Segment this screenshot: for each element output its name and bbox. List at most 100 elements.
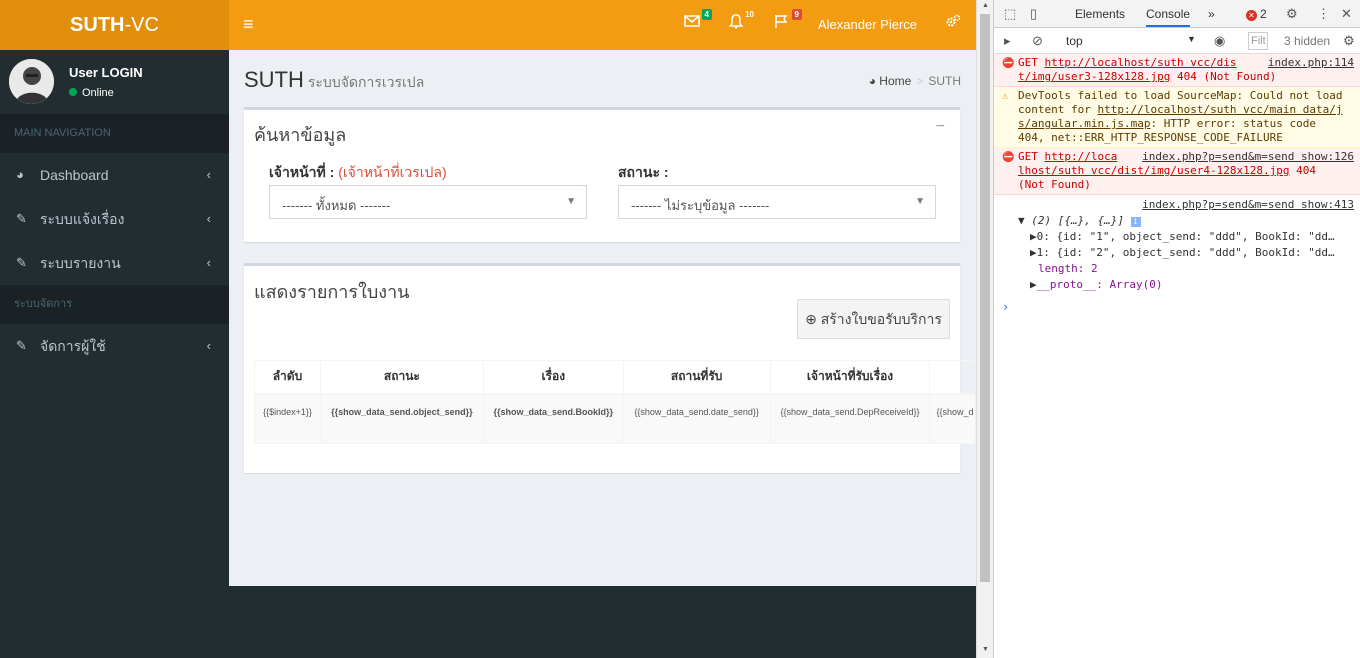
col-header-pickup[interactable]: สถานที่รับ: [622, 360, 771, 395]
user-menu[interactable]: Alexander Pierce: [818, 17, 917, 32]
create-request-label: สร้างใบขอรับบริการ: [820, 311, 942, 327]
scrollbar-thumb[interactable]: [980, 14, 990, 582]
log-source[interactable]: index.php?p=send&m=send show:413: [1018, 197, 1354, 213]
log-item-1[interactable]: ▶1: {id: "2", object_send: "ddd", BookId…: [1018, 245, 1354, 261]
breadcrumb-home[interactable]: Home: [879, 74, 911, 88]
warning-icon: ⚠: [1002, 91, 1009, 102]
chevron-left-icon: ‹: [206, 338, 211, 353]
warning-line1: DevTools failed to load SourceMap: Could…: [1018, 89, 1343, 102]
console-prompt-icon[interactable]: ›: [1002, 300, 1009, 314]
plus-circle-icon: ⊕: [805, 311, 817, 327]
sidebar-item-report-issue[interactable]: ✎ ระบบแจ้งเรื่อง ‹: [0, 197, 229, 241]
tasks-badge: 9: [791, 9, 802, 20]
log-array-summary[interactable]: ▼ (2) [{…}, {…}] i: [1018, 213, 1354, 229]
inspect-element-icon[interactable]: ⬚: [1004, 6, 1016, 22]
close-icon[interactable]: ✕: [1341, 6, 1352, 22]
status-select[interactable]: ------- ไม่ระบุข้อมูล ------- ▼: [618, 185, 936, 219]
user-avatar-icon: [9, 59, 54, 104]
worklist-table-wrapper: ลำดับ สถานะ เรื่อง สถานที่รับ เจ้าหน้าที…: [254, 360, 975, 445]
error-2-method: GET: [1018, 150, 1038, 163]
sidebar-item-manage-users[interactable]: ✎ จัดการผู้ใช้ ‹: [0, 324, 229, 368]
warning-link-a[interactable]: http://localhost/suth vcc/main data/j: [1097, 103, 1342, 116]
col-header-officer[interactable]: เจ้าหน้าที่รับเรื่อง: [769, 360, 931, 395]
caret-down-icon[interactable]: ▼: [1187, 34, 1196, 44]
breadcrumb-current: SUTH: [928, 74, 961, 88]
app-logo[interactable]: SUTH -VC: [0, 0, 229, 50]
error-2-url-a[interactable]: http://loca: [1045, 150, 1118, 163]
collapse-triangle-icon: ▶: [1030, 246, 1037, 259]
collapse-minus-icon[interactable]: −: [936, 118, 945, 136]
error-x-icon: ✕: [1246, 10, 1257, 21]
cell-officer: {{show_data_send.DepReceiveId}}: [769, 393, 931, 444]
warning-link-b[interactable]: s/angular.min.js.map: [1018, 117, 1150, 130]
col-header-extra[interactable]: [929, 360, 975, 395]
notifications-badge: 10: [742, 9, 757, 20]
sidebar-toggle-icon[interactable]: ▸: [1004, 33, 1011, 49]
console-settings-gear-icon[interactable]: ⚙: [1343, 33, 1355, 49]
more-tabs-button[interactable]: »: [1208, 7, 1215, 21]
error-2-source[interactable]: index.php?p=send&m=send show:126: [1142, 150, 1354, 164]
search-box-title: ค้นหาข้อมูล: [254, 125, 347, 145]
officer-select-value: ------- ทั้งหมด -------: [282, 198, 391, 213]
sidebar-item-reports[interactable]: ✎ ระบบรายงาน ‹: [0, 241, 229, 285]
officer-select[interactable]: ------- ทั้งหมด ------- ▼: [269, 185, 587, 219]
error-1-url-b[interactable]: t/img/user3-128x128.jpg: [1018, 70, 1170, 83]
page-scrollbar[interactable]: ▲ ▼: [976, 0, 993, 658]
officer-label-note: (เจ้าหน้าที่เวรเปล): [338, 164, 447, 180]
col-header-status[interactable]: สถานะ: [319, 360, 484, 395]
tab-elements[interactable]: Elements: [1075, 7, 1125, 21]
error-1-url-a[interactable]: http://localhost/suth vcc/dis: [1045, 56, 1237, 69]
worklist-table: ลำดับ สถานะ เรื่อง สถานที่รับ เจ้าหน้าที…: [254, 360, 975, 444]
cogs-icon: [946, 14, 961, 27]
context-select[interactable]: top: [1066, 34, 1083, 48]
scroll-up-icon[interactable]: ▲: [982, 2, 989, 9]
control-sidebar-toggle[interactable]: [945, 14, 961, 32]
cell-order: {{$index+1}}: [254, 393, 321, 444]
content-wrapper: SUTH ระบบจัดการเวรเปล ◕ Home > SUTH ค้นหาข้…: [229, 50, 976, 586]
sidebar-header-main: MAIN NAVIGATION: [0, 114, 229, 153]
sidebar-item-label: ระบบรายงาน: [40, 255, 121, 271]
cell-extra: {{show_d: [929, 393, 975, 444]
clear-console-icon[interactable]: ⊘: [1032, 33, 1043, 49]
tasks-icon[interactable]: 9: [774, 9, 802, 34]
sidebar-item-label: ระบบแจ้งเรื่อง: [40, 211, 125, 227]
scroll-down-icon[interactable]: ▼: [982, 646, 989, 653]
main-sidebar: User LOGIN Online MAIN NAVIGATION ◕ Dash…: [0, 50, 229, 658]
hidden-count[interactable]: 3 hidden: [1284, 34, 1330, 48]
info-icon: i: [1130, 217, 1141, 227]
messages-icon[interactable]: 4: [684, 9, 712, 34]
log-item-0[interactable]: ▶0: {id: "1", object_send: "ddd", BookId…: [1018, 229, 1354, 245]
caret-down-icon: ▼: [566, 196, 576, 207]
error-1-source[interactable]: index.php:114: [1268, 56, 1354, 70]
sidebar-toggle-icon[interactable]: ≡: [243, 14, 254, 35]
kebab-menu-icon[interactable]: ⋮: [1317, 6, 1330, 22]
chevron-left-icon: ‹: [206, 255, 211, 270]
error-counter[interactable]: ✕ 2: [1246, 7, 1267, 21]
logo-bold: SUTH: [70, 13, 125, 36]
eye-icon[interactable]: ◉: [1214, 33, 1225, 49]
page-subtitle: ระบบจัดการเวรเปล: [307, 74, 425, 90]
col-header-order[interactable]: ลำดับ: [254, 360, 321, 395]
device-toggle-icon[interactable]: ▯: [1030, 6, 1037, 22]
user-panel: User LOGIN Online: [0, 50, 229, 114]
sidebar-item-label: จัดการผู้ใช้: [40, 338, 106, 354]
settings-gear-icon[interactable]: ⚙: [1286, 6, 1298, 22]
log-proto[interactable]: ▶__proto__: Array(0): [1018, 277, 1354, 293]
dashboard-icon: ◕: [868, 74, 876, 88]
table-row[interactable]: {{$index+1}} {{show_data_send.object_sen…: [254, 393, 975, 444]
create-request-button[interactable]: ⊕ สร้างใบขอรับบริการ: [797, 299, 950, 339]
sidebar-item-dashboard[interactable]: ◕ Dashboard ‹: [0, 153, 229, 197]
col-header-subject[interactable]: เรื่อง: [482, 360, 624, 395]
expand-triangle-icon: ▼: [1018, 214, 1025, 227]
console-error-2: ⛔ GET http://loca index.php?p=send&m=sen…: [994, 148, 1360, 195]
notifications-icon[interactable]: 10: [728, 9, 757, 34]
error-2-url-b[interactable]: lhost/suth vcc/dist/img/user4-128x128.jp…: [1018, 164, 1290, 177]
log-item-1-text: 1: {id: "2", object_send: "ddd", BookId:…: [1036, 246, 1335, 259]
filter-input[interactable]: Filt: [1248, 32, 1268, 50]
user-status: Online: [69, 87, 114, 99]
chevron-left-icon: ‹: [206, 167, 211, 182]
user-status-label: Online: [82, 87, 114, 99]
tab-console[interactable]: Console: [1146, 7, 1191, 27]
dashboard-icon: ◕: [16, 167, 24, 182]
flag-icon: [775, 15, 788, 28]
